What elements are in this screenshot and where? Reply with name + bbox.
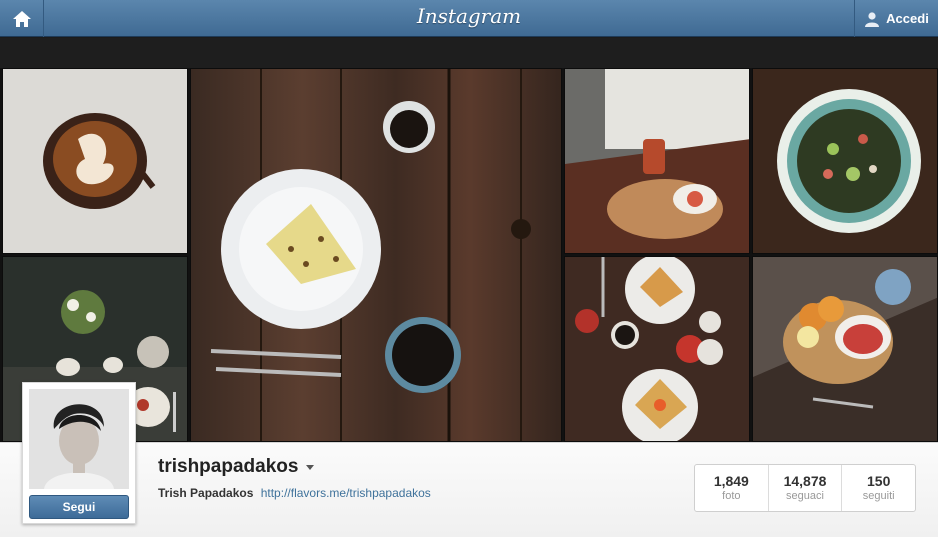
stat-followers-count: 14,878: [783, 473, 827, 489]
profile-stats: 1,849 foto 14,878 seguaci 150 seguiti: [694, 464, 916, 512]
top-bar: Instagram Accedi: [0, 0, 938, 37]
follow-button[interactable]: Segui: [29, 495, 129, 519]
stat-photos-label: foto: [722, 490, 741, 502]
header-spacer: [0, 38, 938, 68]
stat-following[interactable]: 150 seguiti: [842, 465, 915, 511]
login-button[interactable]: Accedi: [854, 0, 938, 37]
stat-followers-label: seguaci: [786, 490, 824, 502]
stat-following-label: seguiti: [862, 490, 895, 502]
profile-bio: Trish Papadakos http://flavors.me/trishp…: [158, 486, 431, 500]
user-icon: [865, 11, 880, 27]
photo-tile-oranges[interactable]: [752, 256, 938, 442]
avatar[interactable]: [29, 389, 129, 489]
username: trishpapadakos: [158, 456, 299, 477]
photo-tile-crepes-top[interactable]: [564, 256, 750, 442]
photo-tile-latte[interactable]: [2, 68, 188, 254]
photo-tile-window-board[interactable]: [564, 68, 750, 254]
stat-followers[interactable]: 14,878 seguaci: [769, 465, 843, 511]
profile-link[interactable]: http://flavors.me/trishpapadakos: [261, 486, 431, 500]
photo-grid: [0, 68, 938, 442]
stat-photos-count: 1,849: [713, 473, 749, 489]
home-icon: [12, 10, 31, 27]
full-name: Trish Papadakos: [158, 486, 254, 500]
login-label: Accedi: [886, 11, 929, 26]
avatar-card: Segui: [22, 382, 136, 524]
chevron-down-icon[interactable]: [306, 464, 315, 470]
instagram-logo: Instagram: [416, 4, 522, 28]
stat-following-count: 150: [867, 473, 891, 489]
photo-tile-salad[interactable]: [752, 68, 938, 254]
photo-tile-crepe-large[interactable]: [190, 68, 562, 442]
home-button[interactable]: [0, 0, 44, 37]
username-row: trishpapadakos: [158, 456, 315, 478]
stat-photos[interactable]: 1,849 foto: [695, 465, 769, 511]
